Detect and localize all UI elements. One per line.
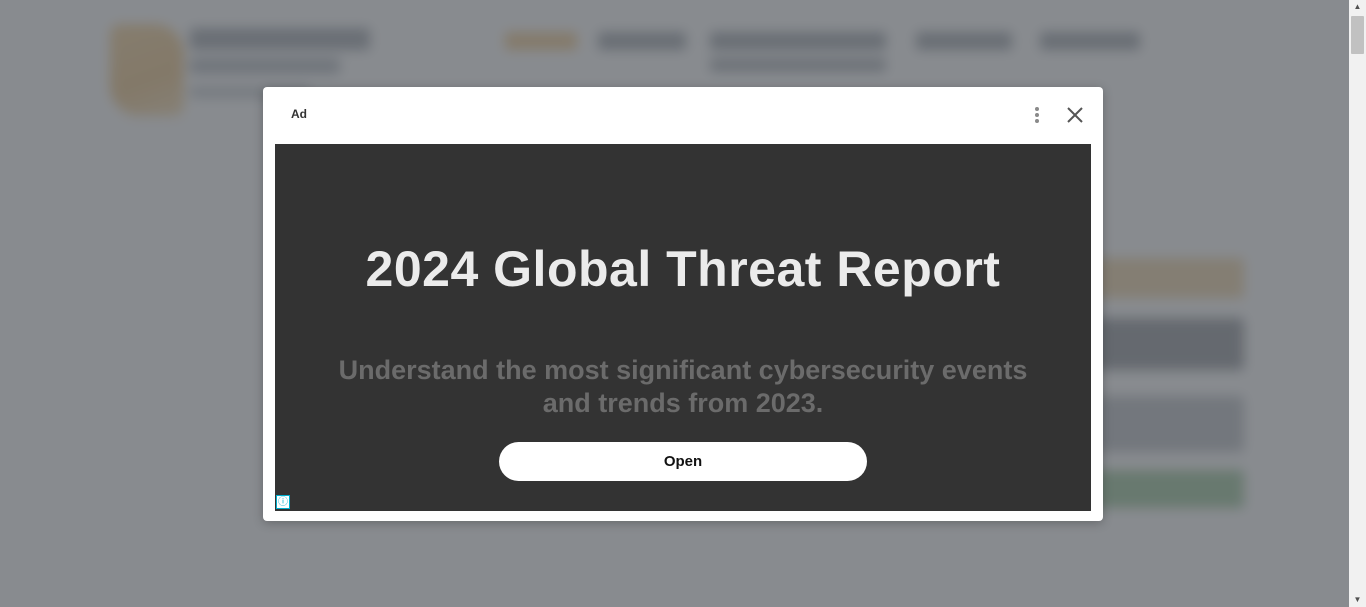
scrollbar-thumb[interactable] bbox=[1351, 16, 1364, 54]
vertical-scrollbar[interactable]: ▲ ▼ bbox=[1349, 0, 1366, 607]
scroll-down-icon[interactable]: ▼ bbox=[1349, 593, 1366, 607]
ad-label: Ad bbox=[291, 107, 307, 121]
close-icon[interactable] bbox=[1063, 103, 1087, 127]
ad-headline: 2024 Global Threat Report bbox=[365, 241, 1001, 297]
ad-dialog: Ad 2024 Global Threat Report Understand … bbox=[263, 87, 1103, 521]
more-vertical-icon[interactable] bbox=[1027, 103, 1047, 127]
info-icon[interactable]: ⓘ bbox=[276, 495, 290, 509]
scroll-up-icon[interactable]: ▲ bbox=[1349, 0, 1366, 14]
ad-creative[interactable]: 2024 Global Threat Report Understand the… bbox=[275, 144, 1091, 511]
ad-subheadline: Understand the most significant cybersec… bbox=[338, 355, 1028, 418]
open-button[interactable]: Open bbox=[499, 442, 867, 481]
